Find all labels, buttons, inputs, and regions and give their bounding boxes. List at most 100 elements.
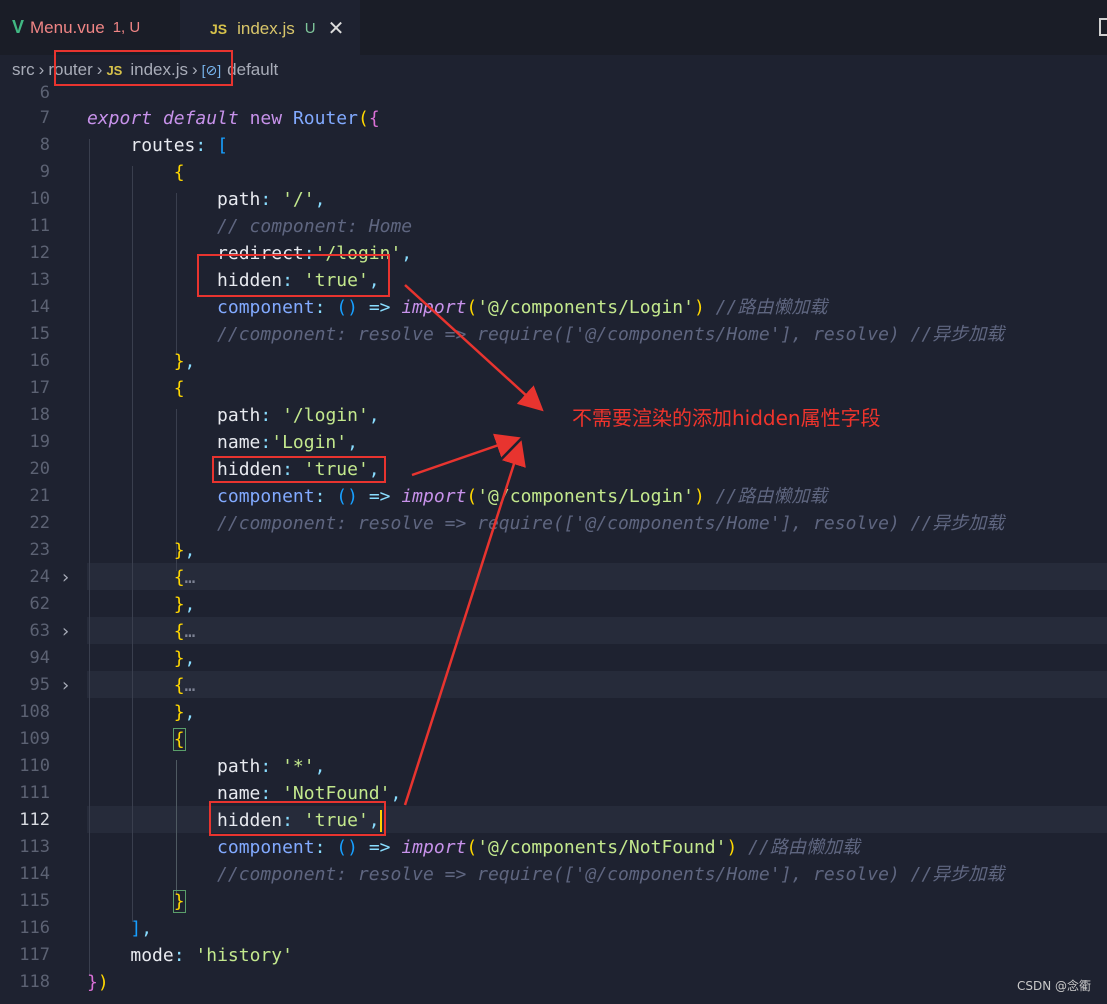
property: component <box>217 486 315 507</box>
line-number: 13 <box>29 270 50 290</box>
comment: //component: resolve => require(['@/comp… <box>217 324 1005 345</box>
fold-chevron-icon[interactable]: › <box>62 672 69 699</box>
tab-label: index.js <box>237 18 295 38</box>
code-line: 108 }, <box>0 699 1107 726</box>
line-number: 16 <box>29 351 50 371</box>
tab-status: 1, U <box>112 19 141 36</box>
code-line: 6 <box>0 80 1107 107</box>
line-number: 24 <box>29 567 50 587</box>
code-line: 24 › {… <box>0 564 1107 591</box>
line-number: 118 <box>19 972 50 992</box>
breadcrumb-symbol[interactable]: default <box>227 60 278 80</box>
code-editor[interactable]: 6 7 export default new Router({ 8 routes… <box>0 83 1107 1004</box>
chevron-right-icon: › <box>38 60 45 79</box>
string: '@/components/NotFound' <box>477 837 727 858</box>
property: hidden <box>217 810 283 831</box>
line-number: 117 <box>19 945 50 965</box>
keyword: export <box>87 108 153 129</box>
string: '/login' <box>282 405 369 426</box>
split-editor-icon[interactable] <box>1099 18 1107 36</box>
string: '@/components/Login' <box>477 486 694 507</box>
class-name: Router <box>292 108 358 129</box>
code-line: 94 }, <box>0 645 1107 672</box>
line-number: 18 <box>29 405 50 425</box>
line-number: 116 <box>19 918 50 938</box>
line-number: 110 <box>19 756 50 776</box>
string: '@/components/Login' <box>477 297 694 318</box>
property: hidden <box>217 459 283 480</box>
property: component <box>217 297 315 318</box>
folded-ellipsis[interactable]: … <box>185 567 196 588</box>
line-number: 112 <box>19 810 50 830</box>
code-line: 114 //component: resolve => require(['@/… <box>0 861 1107 888</box>
keyword: new <box>249 108 283 129</box>
folded-ellipsis[interactable]: … <box>185 675 196 696</box>
line-number: 95 <box>29 675 50 695</box>
tab-index-js[interactable]: JS index.js U ✕ <box>180 0 360 55</box>
line-number: 108 <box>19 702 50 722</box>
breadcrumb-file[interactable]: index.js <box>130 60 188 80</box>
chevron-right-icon: › <box>191 60 198 79</box>
code-line: 110 path: '*', <box>0 753 1107 780</box>
property: hidden <box>217 270 283 291</box>
code-line: 22 //component: resolve => require(['@/c… <box>0 510 1107 537</box>
folded-ellipsis[interactable]: … <box>185 621 196 642</box>
line-number: 7 <box>39 108 50 128</box>
chevron-right-icon: › <box>96 60 103 79</box>
line-number: 111 <box>19 783 50 803</box>
close-icon[interactable]: ✕ <box>328 16 345 41</box>
property: path <box>217 756 261 777</box>
code-line: 109 { <box>0 726 1107 753</box>
comment: // component: Home <box>217 216 413 237</box>
annotation-text: 不需要渲染的添加hidden属性字段 <box>572 406 881 430</box>
string: 'true' <box>303 270 369 291</box>
line-number: 115 <box>19 891 50 911</box>
property: routes <box>130 135 196 156</box>
code-line: 15 //component: resolve => require(['@/c… <box>0 321 1107 348</box>
code-line: 9 { <box>0 159 1107 186</box>
js-icon: JS <box>106 62 123 78</box>
js-icon: JS <box>210 20 228 37</box>
code-line: 111 name: 'NotFound', <box>0 780 1107 807</box>
vue-icon: V <box>12 17 25 37</box>
line-number: 15 <box>29 324 50 344</box>
text-cursor <box>379 810 382 832</box>
code-line: 8 routes: [ <box>0 132 1107 159</box>
line-number: 20 <box>29 459 50 479</box>
line-number: 63 <box>29 621 50 641</box>
string: 'true' <box>303 810 369 831</box>
watermark: CSDN @念衢 <box>1016 979 1091 993</box>
code-line: 112 hidden: 'true', <box>0 807 1107 834</box>
keyword: import <box>401 486 467 507</box>
fold-chevron-icon[interactable]: › <box>62 564 69 591</box>
code-line: 13 hidden: 'true', <box>0 267 1107 294</box>
code-line: 18 path: '/login', <box>0 402 1107 429</box>
code-line: 113 component: () => import('@/component… <box>0 834 1107 861</box>
line-number: 94 <box>29 648 50 668</box>
line-number: 22 <box>29 513 50 533</box>
property: path <box>217 405 261 426</box>
breadcrumb-router[interactable]: router <box>48 60 92 80</box>
code-line: 17 { <box>0 375 1107 402</box>
property: path <box>217 189 261 210</box>
comment: //component: resolve => require(['@/comp… <box>217 513 1005 534</box>
line-number: 8 <box>39 135 50 155</box>
code-line: 10 path: '/', <box>0 186 1107 213</box>
code-line: 115 } <box>0 888 1107 915</box>
tab-menu-vue[interactable]: V Menu.vue 1, U <box>0 0 178 55</box>
fold-chevron-icon[interactable]: › <box>62 618 69 645</box>
line-number: 109 <box>19 729 50 749</box>
line-number: 113 <box>19 837 50 857</box>
string: 'Login' <box>271 432 348 453</box>
keyword: default <box>162 108 239 129</box>
line-number: 17 <box>29 378 50 398</box>
line-number: 12 <box>29 243 50 263</box>
code-line: 62 }, <box>0 591 1107 618</box>
line-number: 62 <box>29 594 50 614</box>
line-number: 9 <box>39 162 50 182</box>
code-line: 95 › {… <box>0 672 1107 699</box>
property: redirect <box>217 243 304 264</box>
comment: //路由懒加载 <box>715 486 828 507</box>
code-line: 12 redirect:'/login', <box>0 240 1107 267</box>
breadcrumb-src[interactable]: src <box>12 60 35 80</box>
